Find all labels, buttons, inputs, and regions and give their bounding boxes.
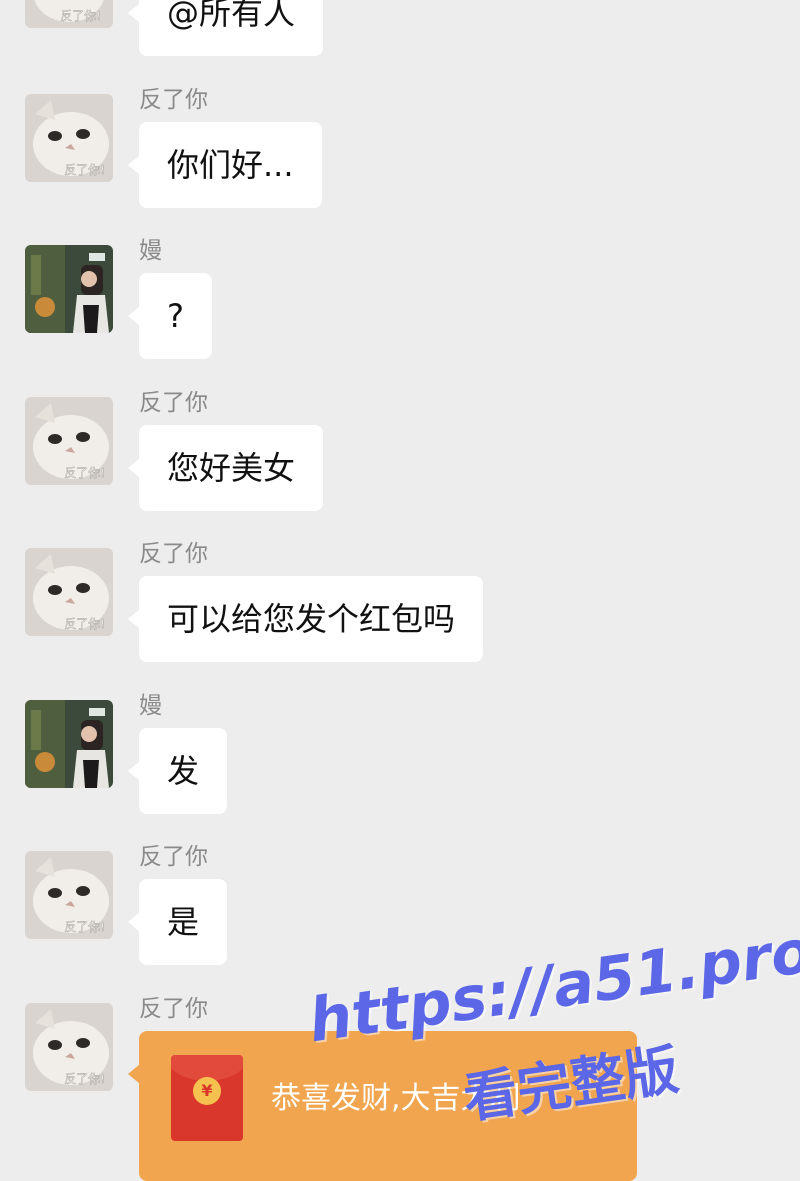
- sender-name: 嫚: [139, 693, 162, 719]
- sender-name: 反了你: [139, 844, 208, 870]
- message-bubble[interactable]: 你们好...: [128, 122, 322, 208]
- message-bubble[interactable]: 是: [127, 879, 228, 965]
- red-packet-greeting: 恭喜发财,大吉大利: [271, 1081, 521, 1116]
- cat-avatar[interactable]: 反了你!: [25, 1003, 113, 1091]
- message-bubble[interactable]: @所有人: [127, 0, 324, 56]
- sender-name: 反了你: [139, 390, 208, 416]
- cat-avatar[interactable]: 反了你!: [25, 851, 113, 939]
- red-packet-bubble[interactable]: ¥ 恭喜发财,大吉大利: [128, 1031, 637, 1181]
- woman-photo-avatar[interactable]: [25, 700, 113, 788]
- sender-name: 反了你: [139, 996, 208, 1022]
- avatar-caption: 反了你!: [64, 163, 105, 177]
- coin-icon: ¥: [193, 1077, 221, 1105]
- avatar-caption: 反了你!: [64, 920, 105, 934]
- sender-name: 反了你: [139, 87, 208, 113]
- cat-avatar[interactable]: 反了你!: [25, 0, 113, 28]
- cat-avatar[interactable]: 反了你!: [25, 397, 113, 485]
- avatar-caption: 反了你!: [64, 466, 105, 480]
- sender-name: 反了你: [139, 541, 208, 567]
- sender-name: 嫚: [139, 238, 162, 264]
- cat-avatar[interactable]: 反了你!: [25, 548, 113, 636]
- message-bubble[interactable]: 可以给您发个红包吗: [127, 576, 484, 662]
- cat-avatar[interactable]: 反了你!: [25, 94, 113, 182]
- avatar-caption: 反了你!: [64, 617, 105, 631]
- avatar-caption: 反了你!: [60, 9, 101, 23]
- chat-conversation[interactable]: 反了你! @所有人 反了你! 反了你 你们好... 嫚 ? 反了你! 反了你 您…: [0, 0, 800, 1181]
- message-bubble[interactable]: 发: [127, 728, 228, 814]
- woman-photo-avatar[interactable]: [25, 245, 113, 333]
- avatar-caption: 反了你!: [64, 1072, 105, 1086]
- message-bubble[interactable]: 您好美女: [127, 425, 324, 511]
- red-packet-icon: ¥: [171, 1055, 243, 1141]
- message-bubble[interactable]: ?: [128, 273, 212, 359]
